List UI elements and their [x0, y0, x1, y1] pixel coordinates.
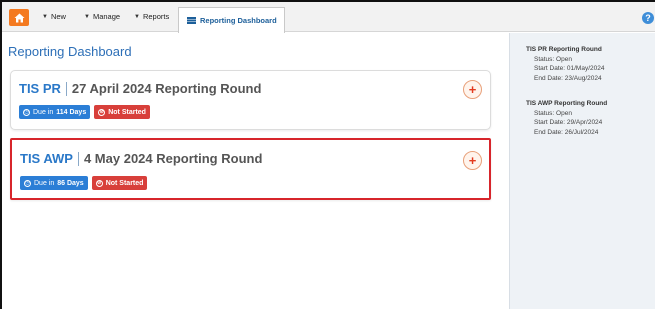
- due-badge: ◷ Due in 114 Days: [19, 105, 91, 119]
- reporting-rounds-sidebar: TIS PR Reporting Round Status: Open Star…: [509, 33, 655, 309]
- sidebar-round-status: Status: Open: [534, 55, 572, 63]
- due-value: 114 Days: [56, 108, 87, 116]
- card-title: TIS AWP 4 May 2024 Reporting Round: [20, 151, 262, 166]
- badge-row: ◷ Due in 86 Days ⊘ Not Started: [20, 176, 148, 190]
- nav-reports-menu[interactable]: ▼ Reports: [134, 12, 169, 21]
- nav-new-label: New: [50, 12, 66, 21]
- title-divider: [65, 81, 67, 96]
- plus-icon: +: [468, 153, 477, 168]
- nav-manage-menu[interactable]: ▼ Manage: [84, 12, 120, 21]
- reporting-round-card: TIS PR 27 April 2024 Reporting Round ◷ D…: [10, 70, 491, 130]
- tab-reporting-dashboard[interactable]: Reporting Dashboard: [178, 7, 285, 33]
- program-code-link[interactable]: TIS AWP: [20, 151, 73, 166]
- tab-label: Reporting Dashboard: [200, 16, 277, 25]
- caret-down-icon: ▼: [134, 13, 140, 20]
- block-icon: ⊘: [95, 179, 103, 187]
- round-title: 27 April 2024 Reporting Round: [71, 81, 262, 96]
- due-prefix: Due in: [34, 179, 55, 187]
- nav-new-menu[interactable]: ▼ New: [42, 12, 66, 21]
- due-value: 86 Days: [57, 179, 84, 187]
- add-button[interactable]: +: [463, 80, 482, 99]
- nav-manage-label: Manage: [92, 12, 121, 21]
- caret-down-icon: ▼: [84, 13, 90, 20]
- sidebar-round-start: Start Date: 01/May/2024: [534, 65, 605, 72]
- home-icon: [14, 13, 24, 22]
- sidebar-round-title: TIS AWP Reporting Round: [526, 100, 608, 107]
- dashboard-icon: [187, 17, 196, 24]
- help-icon[interactable]: ?: [642, 12, 654, 24]
- clock-icon: ◷: [23, 108, 30, 116]
- home-button[interactable]: [9, 9, 29, 26]
- add-button[interactable]: +: [463, 151, 482, 170]
- sidebar-round-info: TIS PR Reporting Round Status: Open Star…: [526, 45, 604, 83]
- page-title: Reporting Dashboard: [8, 44, 132, 59]
- due-prefix: Due in: [33, 108, 54, 116]
- title-divider: [77, 151, 79, 166]
- sidebar-round-info: TIS AWP Reporting Round Status: Open Sta…: [526, 99, 607, 137]
- sidebar-round-title: TIS PR Reporting Round: [526, 46, 602, 53]
- sidebar-round-status: Status: Open: [534, 109, 572, 117]
- round-title: 4 May 2024 Reporting Round: [83, 151, 263, 166]
- status-label: Not Started: [108, 108, 146, 116]
- status-badge: ⊘ Not Started: [91, 176, 148, 190]
- block-icon: ⊘: [98, 108, 106, 116]
- sidebar-round-end: End Date: 23/Aug/2024: [534, 74, 602, 82]
- nav-reports-label: Reports: [142, 12, 170, 21]
- due-badge: ◷ Due in 86 Days: [20, 176, 88, 190]
- sidebar-round-end: End Date: 26/Jul/2024: [534, 128, 599, 136]
- card-title: TIS PR 27 April 2024 Reporting Round: [19, 81, 261, 96]
- badge-row: ◷ Due in 114 Days ⊘ Not Started: [19, 105, 150, 119]
- top-nav-bar: ▼ New ▼ Manage ▼ Reports Reporting Dashb…: [2, 2, 655, 33]
- reporting-round-card-highlighted: TIS AWP 4 May 2024 Reporting Round ◷ Due…: [10, 138, 491, 200]
- plus-icon: +: [468, 82, 477, 97]
- status-badge: ⊘ Not Started: [94, 105, 150, 119]
- status-label: Not Started: [105, 179, 144, 187]
- clock-icon: ◷: [24, 179, 31, 187]
- sidebar-round-start: Start Date: 29/Apr/2024: [534, 119, 603, 126]
- program-code-link[interactable]: TIS PR: [19, 81, 61, 96]
- caret-down-icon: ▼: [42, 13, 48, 20]
